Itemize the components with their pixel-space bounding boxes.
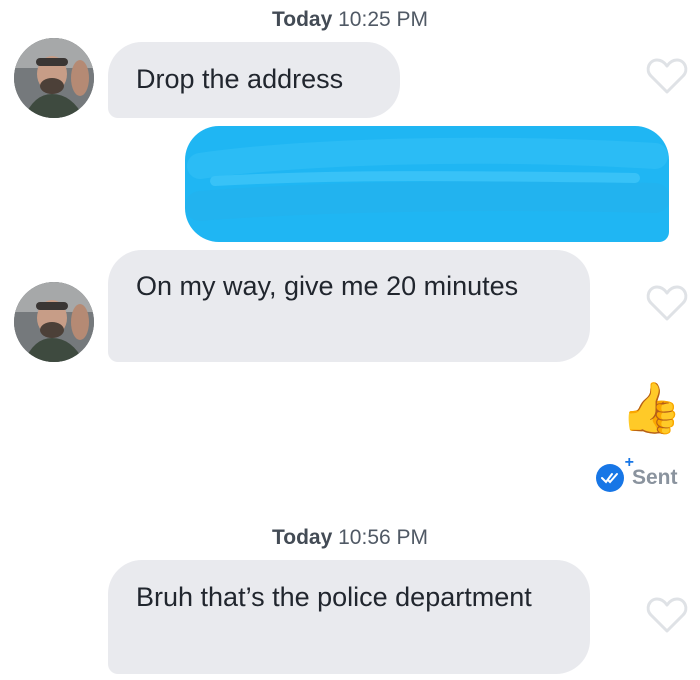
plus-icon: + [624,454,634,471]
timestamp-day: Today [271,8,333,31]
contact-avatar[interactable] [14,282,94,362]
timestamp-time: 10:25 PM [338,8,429,31]
contact-avatar[interactable] [14,38,94,118]
heart-outline-icon[interactable] [646,57,688,95]
incoming-message-bubble[interactable]: Drop the address [108,42,400,118]
double-check-icon: + [596,454,634,492]
timestamp-1: Today 10:25 PM [0,8,700,32]
heart-outline-icon[interactable] [646,284,688,322]
incoming-message-bubble[interactable]: On my way, give me 20 minutes [108,250,590,362]
sent-label: Sent [632,466,678,489]
timestamp-2: Today 10:56 PM [0,526,700,550]
redaction-scribble [185,137,670,221]
outgoing-message-bubble-redacted[interactable] [185,126,670,242]
thumbs-up-emoji[interactable]: 👍 [620,378,682,438]
timestamp-time: 10:56 PM [338,526,429,549]
incoming-message-bubble[interactable]: Bruh that’s the police department [108,560,590,674]
message-text: On my way, give me 20 minutes [136,271,519,301]
sent-status: + Sent [596,454,678,492]
heart-outline-icon[interactable] [646,596,688,634]
timestamp-day: Today [271,526,333,549]
message-text: Drop the address [136,64,344,94]
message-text: Bruh that’s the police department [136,582,532,612]
